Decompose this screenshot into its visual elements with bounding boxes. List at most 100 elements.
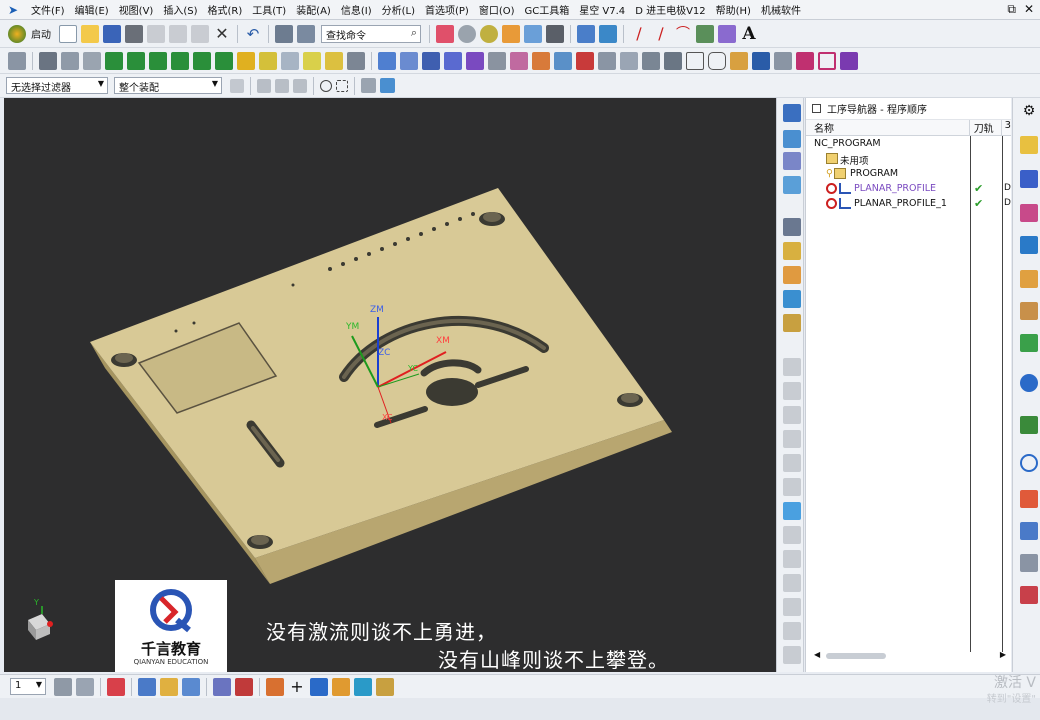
blue-cube-icon[interactable]	[380, 78, 395, 93]
background-icon[interactable]	[546, 24, 564, 43]
arrow-left-icon[interactable]	[193, 51, 211, 70]
section-view-icon[interactable]	[182, 677, 200, 696]
grid-icon[interactable]	[796, 51, 814, 70]
view-orientation-icon[interactable]	[524, 24, 542, 43]
geometry-view-icon[interactable]	[783, 176, 801, 194]
tree-row-nc-program[interactable]: NC_PROGRAM	[806, 137, 1011, 152]
undo-icon[interactable]: ↶	[244, 25, 262, 43]
paste-icon[interactable]	[783, 430, 801, 448]
start-button[interactable]: 启动	[6, 24, 51, 43]
column-name[interactable]: 名称	[806, 120, 970, 135]
search-icon[interactable]: ⌕	[411, 26, 417, 40]
menu-view[interactable]: 视图(V)	[114, 2, 159, 17]
boundary-icon[interactable]	[818, 51, 836, 70]
web-browser-icon[interactable]	[1020, 374, 1038, 392]
postprocess-icon[interactable]	[303, 51, 321, 70]
create-method-icon[interactable]	[783, 314, 801, 332]
layer-settings-icon[interactable]	[54, 677, 72, 696]
menu-help[interactable]: 帮助(H)	[711, 2, 756, 17]
tree-row-program[interactable]: ⚲ PROGRAM	[806, 167, 1011, 182]
clock-icon[interactable]	[1020, 454, 1038, 472]
menu-file[interactable]: 文件(F)	[26, 2, 70, 17]
mill-icon[interactable]	[510, 51, 528, 70]
tool-icon[interactable]	[1020, 554, 1038, 572]
text-icon[interactable]: A	[740, 25, 758, 43]
arc-icon[interactable]: ⌒	[674, 25, 692, 43]
machine-tool-navigator-icon[interactable]	[1020, 270, 1038, 288]
open-folder-icon[interactable]	[81, 24, 99, 43]
delete-icon[interactable]: ✕	[213, 24, 231, 43]
line-icon[interactable]: ∕	[652, 24, 670, 43]
menu-xingkong[interactable]: 星空 V7.4	[574, 2, 630, 17]
verify-icon[interactable]	[422, 51, 440, 70]
crosshair-icon[interactable]: +	[288, 677, 306, 696]
cube-yellow-icon[interactable]	[237, 51, 255, 70]
center-icon[interactable]	[320, 79, 332, 92]
view-icon[interactable]	[361, 78, 376, 93]
edit-object-display-icon[interactable]	[138, 677, 156, 696]
gear-icon[interactable]: ⚙	[1020, 102, 1038, 120]
paste-icon[interactable]	[191, 24, 209, 43]
postprocess-icon[interactable]	[783, 574, 801, 592]
tree-row-planar-profile[interactable]: PLANAR_PROFILE ✔ D	[806, 182, 1011, 197]
select-icon[interactable]	[275, 24, 293, 43]
operation-navigator-icon[interactable]	[1020, 236, 1038, 254]
rectangle-icon[interactable]	[686, 51, 704, 70]
method-view-icon[interactable]	[783, 218, 801, 236]
feature-play-icon[interactable]	[266, 677, 284, 696]
menu-window[interactable]: 窗口(O)	[474, 2, 520, 17]
polygon-icon[interactable]	[708, 51, 726, 70]
machine-view-icon[interactable]	[783, 152, 801, 170]
menu-edit[interactable]: 编辑(E)	[70, 2, 114, 17]
layout-icon[interactable]	[8, 51, 26, 70]
cut-icon[interactable]	[147, 24, 165, 43]
pocket-icon[interactable]	[752, 51, 770, 70]
trim-icon[interactable]	[840, 51, 858, 70]
rename-icon[interactable]	[783, 478, 801, 496]
spline-icon[interactable]	[696, 24, 714, 43]
create-tool-icon[interactable]	[783, 266, 801, 284]
scroll-thumb[interactable]	[826, 653, 886, 659]
copy-icon[interactable]	[783, 406, 801, 424]
shaded-sphere-icon[interactable]	[480, 24, 498, 43]
point-icon[interactable]	[257, 78, 271, 93]
menu-assembly[interactable]: 装配(A)	[291, 2, 336, 17]
cut-icon[interactable]	[783, 382, 801, 400]
arrow-right-icon[interactable]	[171, 51, 189, 70]
curve-tool-icon[interactable]	[718, 24, 736, 43]
column-extra[interactable]: 3	[1002, 120, 1011, 135]
arrow-right-icon[interactable]	[215, 51, 233, 70]
history-icon[interactable]	[1020, 334, 1038, 352]
assembly-navigator-icon[interactable]	[1020, 136, 1038, 154]
generate-toolpath-icon[interactable]	[378, 51, 396, 70]
edit-icon[interactable]	[783, 358, 801, 376]
drill-icon[interactable]	[532, 51, 550, 70]
measure-icon[interactable]	[235, 677, 253, 696]
part-navigator-icon[interactable]	[1020, 204, 1038, 222]
menu-preferences[interactable]: 首选项(P)	[420, 2, 474, 17]
program-order-icon[interactable]	[783, 130, 801, 148]
work-layer-icon[interactable]	[577, 24, 595, 43]
endpoint-icon[interactable]	[275, 78, 289, 93]
datum-icon[interactable]	[354, 677, 372, 696]
wizard-icon[interactable]	[642, 51, 660, 70]
print-icon[interactable]	[125, 24, 143, 43]
create-geometry-icon[interactable]	[783, 290, 801, 308]
plane-icon[interactable]	[310, 677, 328, 696]
save-icon[interactable]	[103, 24, 121, 43]
command-search-input[interactable]: 查找命令 ⌕	[321, 24, 421, 43]
reuse-library-icon[interactable]	[1020, 302, 1038, 320]
cube-icon[interactable]	[259, 51, 277, 70]
show-hide-icon[interactable]	[160, 677, 178, 696]
wcs-icon[interactable]	[61, 51, 79, 70]
menu-electrode[interactable]: D 进王电极V12	[630, 2, 710, 17]
machine-icon[interactable]	[444, 51, 462, 70]
arrow-right-icon[interactable]	[127, 51, 145, 70]
grid-display-icon[interactable]	[213, 677, 231, 696]
command-finder-icon[interactable]	[297, 24, 315, 43]
layer-select[interactable]: 1 ▼	[10, 678, 46, 695]
maximize-icon[interactable]	[812, 104, 821, 113]
column-toolpath[interactable]: 刀轨	[970, 120, 1002, 135]
system-scene-icon[interactable]	[1020, 522, 1038, 540]
scroll-right-icon[interactable]: ▶	[1000, 650, 1006, 659]
